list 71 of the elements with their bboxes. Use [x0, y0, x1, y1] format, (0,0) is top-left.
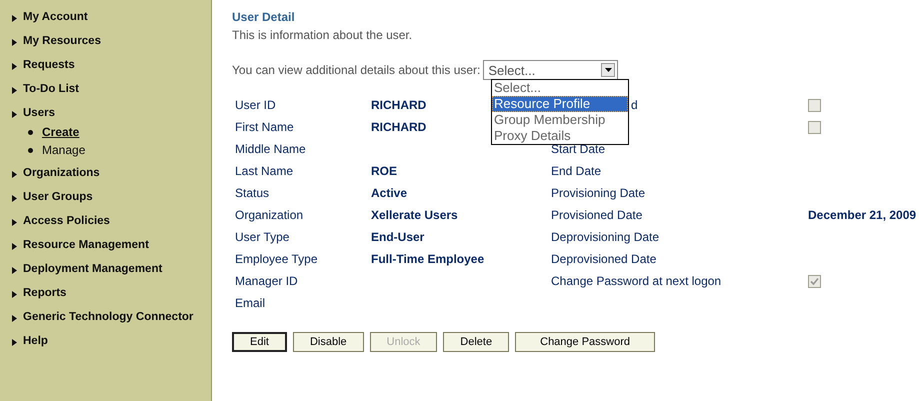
details-select[interactable]: Select...: [483, 60, 618, 80]
field-label: Change Password at next logon: [551, 274, 722, 288]
dropdown-option[interactable]: Proxy Details: [492, 128, 628, 144]
field-label: Employee Type: [235, 251, 318, 268]
arrow-icon: [12, 339, 17, 346]
field-label: End Date: [551, 164, 602, 178]
arrow-icon: [12, 291, 17, 298]
arrow-icon: [12, 243, 17, 250]
sidebar-item[interactable]: Organizations: [0, 161, 211, 185]
sidebar-item[interactable]: Access Policies: [0, 209, 211, 233]
sidebar-item[interactable]: Reports: [0, 281, 211, 305]
field-label: d: [631, 98, 638, 112]
arrow-icon: [12, 315, 17, 322]
arrow-icon: [12, 195, 17, 202]
field-label: Provisioning Date: [551, 186, 646, 200]
field-label: Email: [235, 295, 266, 312]
action-button[interactable]: Change Password: [515, 332, 656, 352]
dropdown-option[interactable]: Resource Profile: [492, 96, 628, 112]
sidebar-link[interactable]: Manage: [42, 143, 86, 157]
bullet-icon: [28, 130, 33, 134]
field-value: ROE: [371, 164, 398, 178]
field-value: RICHARD: [371, 120, 426, 134]
field-value: Xellerate Users: [371, 208, 458, 222]
field-label: Middle Name: [235, 141, 307, 158]
sidebar-item[interactable]: To-Do List: [0, 77, 211, 101]
field-label: Deprovisioned Date: [551, 252, 656, 266]
field-value: RICHARD: [371, 98, 426, 112]
arrow-icon: [12, 63, 17, 70]
checkbox[interactable]: [808, 120, 821, 134]
details-prompt: You can view additional details about this user:: [232, 63, 480, 77]
sidebar-item[interactable]: Deployment Management: [0, 257, 211, 281]
field-label: Organization: [235, 207, 304, 224]
bullet-icon: [28, 148, 33, 152]
field-value: Active: [371, 186, 408, 200]
sidebar-item[interactable]: Requests: [0, 53, 211, 77]
field-label: User ID: [235, 97, 277, 114]
field-value: Full-Time Employee: [371, 252, 484, 266]
arrow-icon: [12, 15, 17, 22]
field-label: Deprovisioning Date: [551, 230, 660, 244]
arrow-icon: [12, 267, 17, 274]
field-value: December 21, 2009: [808, 208, 916, 222]
sidebar-item[interactable]: Help: [0, 329, 211, 353]
sidebar-item[interactable]: Users: [0, 101, 211, 125]
dropdown-option[interactable]: Select...: [492, 80, 628, 96]
arrow-icon: [12, 111, 17, 118]
sidebar-item[interactable]: User Groups: [0, 185, 211, 209]
sidebar-item[interactable]: Generic Technology Connector: [0, 305, 211, 329]
field-label: First Name: [235, 119, 295, 136]
arrow-icon: [12, 39, 17, 46]
dropdown-option[interactable]: Group Membership: [492, 112, 628, 128]
description-text: This is information about the user.: [232, 28, 414, 42]
arrow-icon: [12, 171, 17, 178]
sidebar-item[interactable]: My Resources: [0, 29, 211, 53]
action-button[interactable]: Delete: [443, 332, 510, 352]
field-label: Manager ID: [235, 273, 299, 290]
field-label: Start Date: [551, 142, 606, 156]
sidebar-item[interactable]: My Account: [0, 5, 211, 29]
checkbox[interactable]: [808, 274, 821, 288]
checkbox[interactable]: [808, 98, 821, 112]
field-label: Status: [235, 185, 270, 202]
field-label: Last Name: [235, 163, 294, 180]
field-label: Provisioned Date: [551, 208, 642, 222]
sidebar-link[interactable]: Create: [42, 125, 80, 139]
field-label: User Type: [235, 229, 290, 246]
arrow-icon: [12, 219, 17, 226]
action-button[interactable]: Edit: [232, 332, 287, 352]
section-title: User Detail: [232, 10, 296, 24]
arrow-icon: [12, 87, 17, 94]
sidebar-item[interactable]: Resource Management: [0, 233, 211, 257]
field-value: End-User: [371, 230, 424, 244]
action-button[interactable]: Disable: [292, 332, 364, 352]
